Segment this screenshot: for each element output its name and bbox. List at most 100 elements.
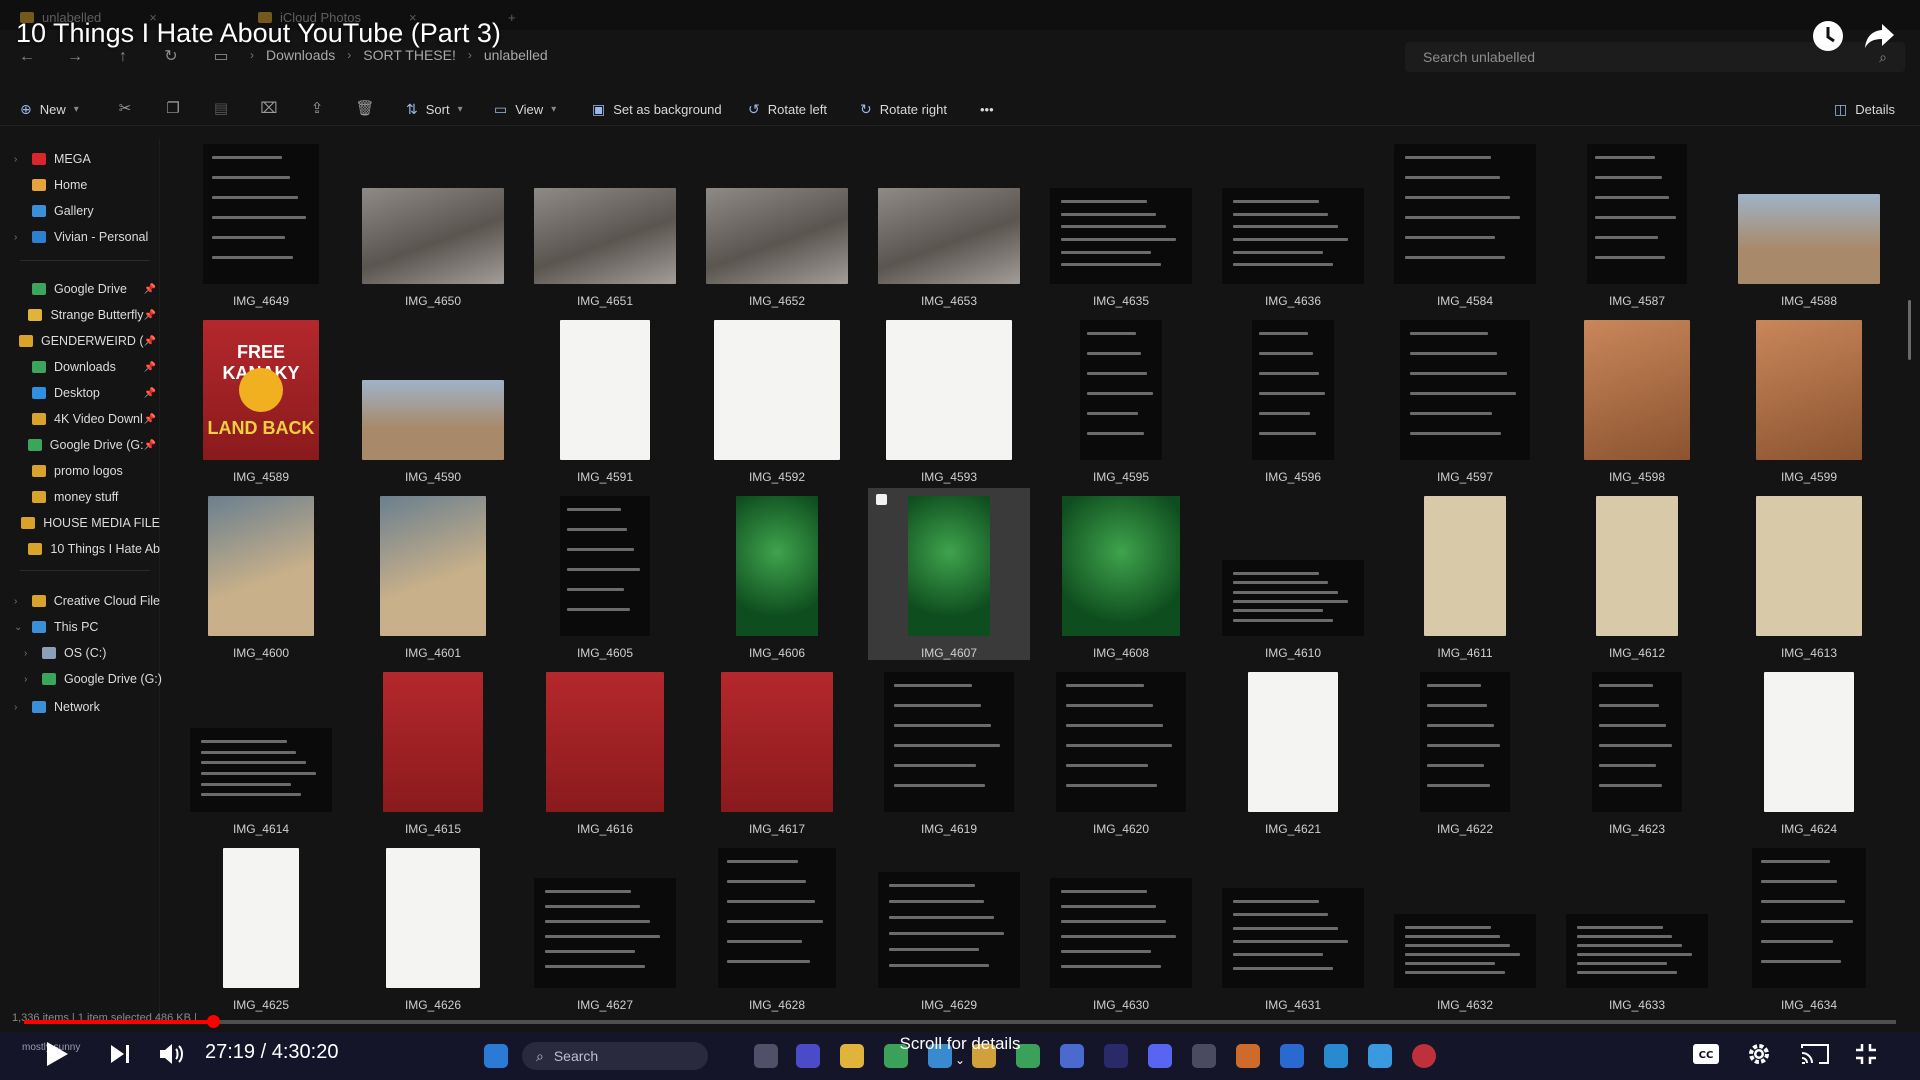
sidebar-item-this-pc[interactable]: ⌄ This PC	[14, 616, 160, 638]
file-tile-img-4635[interactable]: IMG_4635	[1040, 136, 1202, 308]
cut-icon[interactable]: ✂	[114, 98, 136, 120]
chevron-right-icon[interactable]: ›	[24, 674, 38, 685]
file-tile-img-4622[interactable]: IMG_4622	[1384, 664, 1546, 836]
file-tile-img-4595[interactable]: IMG_4595	[1040, 312, 1202, 484]
file-tile-img-4624[interactable]: IMG_4624	[1728, 664, 1890, 836]
file-tile-img-4634[interactable]: IMG_4634	[1728, 840, 1890, 1012]
file-tile-img-4627[interactable]: IMG_4627	[524, 840, 686, 1012]
sidebar-item-google-drive-g[interactable]: › Google Drive (G:)	[24, 668, 170, 690]
discord-icon[interactable]	[1148, 1044, 1172, 1068]
sidebar-item-10-things-i-hate-ab[interactable]: 10 Things I Hate Ab	[14, 538, 160, 560]
sidebar-item-genderweird[interactable]: GENDERWEIRD (📌	[14, 330, 160, 352]
chevron-right-icon[interactable]: ›	[24, 648, 38, 659]
file-tile-img-4610[interactable]: IMG_4610	[1212, 488, 1374, 660]
breadcrumb-sort-these[interactable]: SORT THESE!	[363, 47, 456, 63]
file-tile-img-4606[interactable]: IMG_4606	[696, 488, 858, 660]
details-button[interactable]: ◫ Details	[1834, 98, 1895, 120]
file-tile-img-4616[interactable]: IMG_4616	[524, 664, 686, 836]
file-tile-img-4601[interactable]: IMG_4601	[352, 488, 514, 660]
file-tile-img-4587[interactable]: IMG_4587	[1556, 136, 1718, 308]
app-orange-icon[interactable]	[1236, 1044, 1260, 1068]
file-tile-img-4617[interactable]: IMG_4617	[696, 664, 858, 836]
app-globe-icon[interactable]	[1060, 1044, 1084, 1068]
play-button[interactable]	[44, 1040, 70, 1073]
file-tile-img-4611[interactable]: IMG_4611	[1384, 488, 1546, 660]
sidebar-item-4k-video-downl[interactable]: 4K Video Downl 📌	[14, 408, 160, 430]
rotate-right-button[interactable]: ↻ Rotate right	[860, 98, 947, 120]
teams-icon[interactable]	[796, 1044, 820, 1068]
view-button[interactable]: ▭ View ▾	[494, 98, 556, 120]
file-tile-img-4629[interactable]: IMG_4629	[868, 840, 1030, 1012]
back-arrow-icon[interactable]: ←	[16, 46, 38, 68]
file-tile-img-4600[interactable]: IMG_4600	[180, 488, 342, 660]
file-tile-img-4615[interactable]: IMG_4615	[352, 664, 514, 836]
sidebar-item-house-media-file[interactable]: HOUSE MEDIA FILE	[14, 512, 160, 534]
file-tile-img-4608[interactable]: IMG_4608	[1040, 488, 1202, 660]
file-tile-img-4613[interactable]: IMG_4613	[1728, 488, 1890, 660]
file-tile-img-4596[interactable]: IMG_4596	[1212, 312, 1374, 484]
file-tile-img-4649[interactable]: IMG_4649	[180, 136, 342, 308]
share-icon[interactable]: ⇪	[306, 98, 328, 120]
sidebar-item-google-drive[interactable]: Google Drive 📌	[14, 278, 160, 300]
file-tile-img-4590[interactable]: IMG_4590	[352, 312, 514, 484]
refresh-icon[interactable]: ↻	[160, 46, 182, 68]
rename-icon[interactable]: ⌧	[258, 98, 280, 120]
file-tile-img-4619[interactable]: IMG_4619	[868, 664, 1030, 836]
video-title[interactable]: 10 Things I Hate About YouTube (Part 3)	[16, 18, 501, 49]
forward-arrow-icon[interactable]: →	[64, 46, 86, 68]
taskbar-search[interactable]: ⌕ Search	[522, 1042, 708, 1070]
new-tab-button[interactable]: +	[498, 6, 526, 28]
edge-icon[interactable]	[928, 1044, 952, 1068]
file-tile-img-4598[interactable]: IMG_4598	[1556, 312, 1718, 484]
sidebar-item-home[interactable]: Home	[14, 174, 160, 196]
volume-button[interactable]	[158, 1041, 184, 1072]
file-tile-img-4614[interactable]: IMG_4614	[180, 664, 342, 836]
file-tile-img-4607[interactable]: IMG_4607	[868, 488, 1030, 660]
sidebar-item-creative-cloud-file[interactable]: › Creative Cloud File	[14, 590, 160, 612]
sidebar-item-promo-logos[interactable]: promo logos	[14, 460, 160, 482]
file-tile-img-4589[interactable]: FREE KANAKYLAND BACK IMG_4589	[180, 312, 342, 484]
chevron-right-icon[interactable]: ›	[14, 232, 28, 243]
watch-later-button[interactable]	[1810, 18, 1846, 54]
cast-button[interactable]	[1800, 1042, 1830, 1071]
breadcrumb-downloads[interactable]: Downloads	[266, 47, 335, 63]
file-tile-img-4631[interactable]: IMG_4631	[1212, 840, 1374, 1012]
sidebar-item-money-stuff[interactable]: money stuff	[14, 486, 160, 508]
file-tile-img-4599[interactable]: IMG_4599	[1728, 312, 1890, 484]
sidebar-item-downloads[interactable]: Downloads 📌	[14, 356, 160, 378]
progress-scrubber[interactable]	[207, 1015, 221, 1028]
file-explorer-icon[interactable]	[840, 1044, 864, 1068]
file-tile-img-4605[interactable]: IMG_4605	[524, 488, 686, 660]
docs-icon[interactable]	[1280, 1044, 1304, 1068]
next-button[interactable]	[108, 1042, 132, 1071]
file-tile-img-4593[interactable]: IMG_4593	[868, 312, 1030, 484]
vertical-scrollbar[interactable]	[1908, 300, 1911, 360]
file-tile-img-4592[interactable]: IMG_4592	[696, 312, 858, 484]
monitor-icon[interactable]: ▭	[210, 46, 232, 68]
file-tile-img-4612[interactable]: IMG_4612	[1556, 488, 1718, 660]
sidebar-item-vivian-personal[interactable]: › Vivian - Personal	[14, 226, 160, 248]
settings-button[interactable]	[1746, 1041, 1772, 1072]
sidebar-item-network[interactable]: › Network	[14, 696, 160, 718]
file-tile-img-4632[interactable]: IMG_4632	[1384, 840, 1546, 1012]
file-tile-img-4633[interactable]: IMG_4633	[1556, 840, 1718, 1012]
more-options-button[interactable]: •••	[980, 98, 994, 120]
file-tile-img-4584[interactable]: IMG_4584	[1384, 136, 1546, 308]
file-tile-img-4630[interactable]: IMG_4630	[1040, 840, 1202, 1012]
sort-button[interactable]: ⇅ Sort ▾	[406, 98, 463, 120]
file-tile-img-4621[interactable]: IMG_4621	[1212, 664, 1374, 836]
task-view-icon[interactable]	[754, 1044, 778, 1068]
new-button[interactable]: ⊕ New ▾	[20, 98, 79, 120]
sidebar-item-desktop[interactable]: Desktop 📌	[14, 382, 160, 404]
delete-icon[interactable]: 🗑	[354, 98, 376, 120]
rotate-left-button[interactable]: ↺ Rotate left	[748, 98, 827, 120]
set-as-background-button[interactable]: ▣ Set as background	[592, 98, 722, 120]
copy-icon[interactable]: ❐	[162, 98, 184, 120]
file-tile-img-4625[interactable]: IMG_4625	[180, 840, 342, 1012]
captions-button[interactable]: CC	[1692, 1043, 1720, 1070]
file-tile-img-4588[interactable]: IMG_4588	[1728, 136, 1890, 308]
app-figure-icon[interactable]	[1192, 1044, 1216, 1068]
file-tile-img-4650[interactable]: IMG_4650	[352, 136, 514, 308]
app-blue-icon[interactable]	[1368, 1044, 1392, 1068]
chevron-right-icon[interactable]: ›	[14, 154, 28, 165]
